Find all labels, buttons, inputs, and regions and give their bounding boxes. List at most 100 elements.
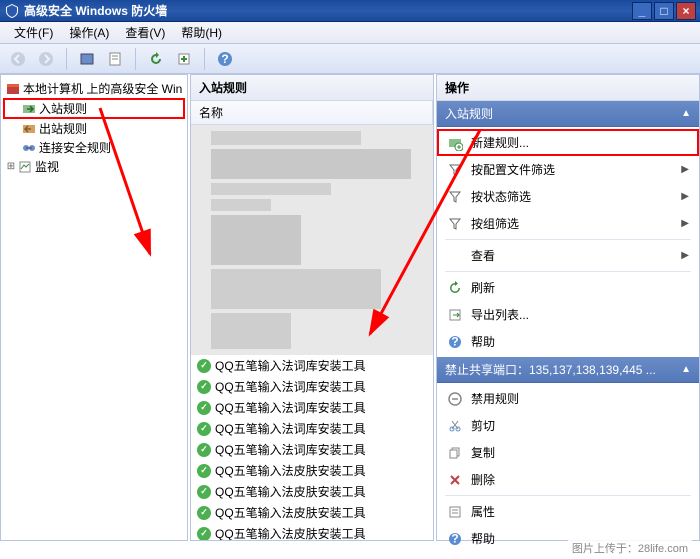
window-titlebar: 高级安全 Windows 防火墙 _ □ × xyxy=(0,0,700,22)
tree-panel: 本地计算机 上的高级安全 Win 入站规则 出站规则 连接安全规则 ⊞ 监视 xyxy=(0,74,188,541)
forward-button xyxy=(34,47,58,71)
section-selected-rule[interactable]: 禁止共享端口：135,137,138,139,445 ...▲ xyxy=(437,357,699,383)
rule-item[interactable]: ✓QQ五笔输入法词库安装工具 xyxy=(191,418,433,439)
console-button[interactable] xyxy=(75,47,99,71)
rule-item[interactable]: ✓ QQ五笔输入法词库安装工具 xyxy=(191,376,433,397)
action-refresh[interactable]: 刷新 xyxy=(437,274,699,301)
submenu-icon: ▶ xyxy=(681,164,689,175)
svg-text:?: ? xyxy=(451,532,458,546)
menu-view[interactable]: 查看(V) xyxy=(117,22,173,43)
action-copy[interactable]: 复制 xyxy=(437,439,699,466)
action-delete[interactable]: 删除 xyxy=(437,466,699,493)
rule-name: QQ五笔输入法皮肤安装工具 xyxy=(215,504,366,521)
rules-list[interactable]: ✓ QQ五笔输入法词库安装工具 ✓ QQ五笔输入法词库安装工具 ✓ QQ五笔输入法词库安装… xyxy=(191,125,433,540)
tree-connsec[interactable]: 连接安全规则 xyxy=(3,138,185,157)
tree-monitor[interactable]: ⊞ 监视 xyxy=(3,157,185,176)
help-icon: ? xyxy=(447,531,463,547)
minimize-button[interactable]: _ xyxy=(632,2,652,20)
collapse-icon: ▲ xyxy=(681,364,691,375)
rule-item[interactable]: ✓ QQ五笔输入法皮肤安装工具 xyxy=(191,523,433,540)
rules-header: 入站规则 xyxy=(191,75,433,101)
refresh-icon xyxy=(447,280,463,296)
actions-header: 操作 xyxy=(437,75,699,101)
allow-icon: ✓ xyxy=(197,359,211,373)
rule-item[interactable]: ✓ QQ五笔输入法词库安装工具 xyxy=(191,439,433,460)
inbound-icon xyxy=(21,101,37,117)
app-icon xyxy=(4,3,20,19)
action-filter-group[interactable]: 按组筛选▶ xyxy=(437,210,699,237)
firewall-icon xyxy=(5,81,21,97)
action-export[interactable]: 导出列表... xyxy=(437,301,699,328)
help-button[interactable]: ? xyxy=(213,47,237,71)
back-button xyxy=(6,47,30,71)
svg-text:?: ? xyxy=(451,335,458,349)
rule-name: QQ五笔输入法词库安装工具 xyxy=(215,357,366,374)
col-name[interactable]: 名称 xyxy=(191,101,433,124)
rule-item[interactable]: ✓ QQ五笔输入法皮肤安装工具 xyxy=(191,481,433,502)
filter-icon xyxy=(447,216,463,232)
filter-icon xyxy=(447,162,463,178)
main-content: 本地计算机 上的高级安全 Win 入站规则 出站规则 连接安全规则 ⊞ 监视 xyxy=(0,74,700,541)
action-filter-profile[interactable]: 按配置文件筛选▶ xyxy=(437,156,699,183)
rule-name: QQ五笔输入法词库安装工具 xyxy=(215,441,366,458)
actions-panel: 操作 入站规则▲ 新建规则... 按配置文件筛选▶ 按状态筛选▶ 按组筛选▶ xyxy=(436,74,700,541)
filter-icon xyxy=(447,189,463,205)
action-cut[interactable]: 剪切 xyxy=(437,412,699,439)
rules-columns: 名称 xyxy=(191,101,433,125)
cut-icon xyxy=(447,418,463,434)
svg-text:?: ? xyxy=(221,52,228,66)
allow-icon: ✓ xyxy=(197,380,211,394)
submenu-icon: ▶ xyxy=(681,218,689,229)
action-help[interactable]: ? 帮助 xyxy=(437,328,699,355)
outbound-icon xyxy=(21,121,37,137)
new-rule-icon xyxy=(447,135,463,151)
action-filter-state[interactable]: 按状态筛选▶ xyxy=(437,183,699,210)
export-button[interactable] xyxy=(172,47,196,71)
rule-name: QQ五笔输入法皮肤安装工具 xyxy=(215,525,366,540)
rule-item[interactable]: ✓QQ五笔输入法皮肤安装工具 xyxy=(191,502,433,523)
monitor-icon xyxy=(17,159,33,175)
export-icon xyxy=(447,307,463,323)
action-new-rule[interactable]: 新建规则... xyxy=(437,129,699,156)
allow-icon: ✓ xyxy=(197,401,211,415)
help-icon: ? xyxy=(447,334,463,350)
disable-icon xyxy=(447,391,463,407)
properties-button[interactable] xyxy=(103,47,127,71)
rule-name: QQ五笔输入法词库安装工具 xyxy=(215,378,366,395)
rule-name: QQ五笔输入法皮肤安装工具 xyxy=(215,462,366,479)
rule-name: QQ五笔输入法词库安装工具 xyxy=(215,399,366,416)
rule-item[interactable]: ✓ QQ五笔输入法皮肤安装工具 xyxy=(191,460,433,481)
menu-file[interactable]: 文件(F) xyxy=(6,22,61,43)
tree: 本地计算机 上的高级安全 Win 入站规则 出站规则 连接安全规则 ⊞ 监视 xyxy=(1,75,187,180)
section-inbound[interactable]: 入站规则▲ xyxy=(437,101,699,127)
action-disable-rule[interactable]: 禁用规则 xyxy=(437,385,699,412)
action-view[interactable]: 查看▶ xyxy=(437,242,699,269)
toolbar: ? xyxy=(0,44,700,74)
rule-name: QQ五笔输入法词库安装工具 xyxy=(215,420,366,437)
action-properties[interactable]: 属性 xyxy=(437,498,699,525)
refresh-button[interactable] xyxy=(144,47,168,71)
rule-name: QQ五笔输入法皮肤安装工具 xyxy=(215,483,366,500)
tree-inbound[interactable]: 入站规则 xyxy=(3,98,185,119)
window-buttons: _ □ × xyxy=(632,2,696,20)
collapse-icon: ▲ xyxy=(681,108,691,119)
window-title: 高级安全 Windows 防火墙 xyxy=(24,2,632,19)
rule-item[interactable]: ✓ QQ五笔输入法词库安装工具 xyxy=(191,397,433,418)
allow-icon: ✓ xyxy=(197,443,211,457)
menu-help[interactable]: 帮助(H) xyxy=(173,22,230,43)
allow-icon: ✓ xyxy=(197,485,211,499)
tree-outbound[interactable]: 出站规则 xyxy=(3,119,185,138)
allow-icon: ✓ xyxy=(197,464,211,478)
menu-action[interactable]: 操作(A) xyxy=(61,22,117,43)
rule-item[interactable]: ✓ QQ五笔输入法词库安装工具 xyxy=(191,355,433,376)
allow-icon: ✓ xyxy=(197,527,211,541)
rules-panel: 入站规则 名称 ✓QQ五笔输入法词库安装工具✓QQ五笔输入法词库安装工具✓QQ五… xyxy=(190,74,434,541)
properties-icon xyxy=(447,504,463,520)
delete-icon xyxy=(447,472,463,488)
tree-root[interactable]: 本地计算机 上的高级安全 Win xyxy=(3,79,185,98)
expand-icon[interactable]: ⊞ xyxy=(5,161,17,172)
close-button[interactable]: × xyxy=(676,2,696,20)
submenu-icon: ▶ xyxy=(681,191,689,202)
maximize-button[interactable]: □ xyxy=(654,2,674,20)
submenu-icon: ▶ xyxy=(681,250,689,261)
